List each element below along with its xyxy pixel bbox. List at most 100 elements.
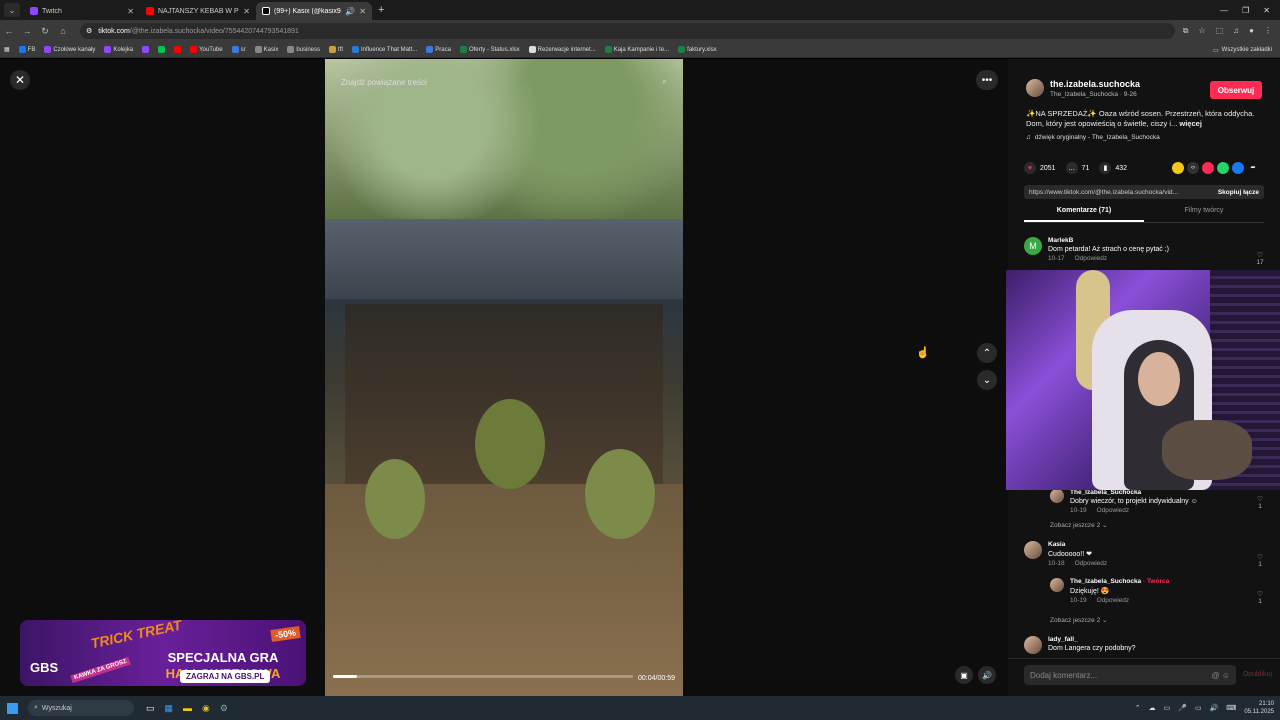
more-link[interactable]: więcej xyxy=(1179,119,1202,128)
comment-like-button[interactable]: ♡ 17 xyxy=(1254,251,1266,266)
tab-youtube[interactable]: NAJTAŃSZY KEBAB W POLSCE ✕ xyxy=(140,2,256,20)
comment-button[interactable]: … 71 xyxy=(1065,162,1089,174)
copy-link-button[interactable]: Skopiuj łącze xyxy=(1218,189,1259,196)
send-icon[interactable] xyxy=(1202,162,1214,174)
like-button[interactable]: ♥ 2051 xyxy=(1024,162,1056,174)
bookmark-kaja[interactable]: Kaja Kampanie i te... xyxy=(604,46,669,53)
url-field[interactable]: ⚙ tiktok.com/@the.izabela.suchocka/video… xyxy=(80,23,1175,39)
reply-user[interactable]: The_Izabela_Suchocka xyxy=(1070,578,1141,585)
clock[interactable]: 21:10 05.11.2025 xyxy=(1244,700,1274,716)
comment-user[interactable]: The_Izabela_Suchocka · Twórca xyxy=(1070,578,1169,585)
bookmark-fb[interactable]: FB xyxy=(18,46,35,53)
comment-like-button[interactable]: ♡ 1 xyxy=(1254,495,1266,510)
see-more-replies[interactable]: Zobacz jeszcze 2 ⌄ xyxy=(1050,616,1107,624)
comment-input[interactable]: Dodaj komentarz... @ ☺ xyxy=(1024,665,1236,685)
tab-close-icon[interactable]: ✕ xyxy=(127,7,134,16)
avatar[interactable] xyxy=(1050,489,1064,503)
coin-icon[interactable] xyxy=(1172,162,1184,174)
author-block[interactable]: the.izabela.suchocka The_Izabela_Suchock… xyxy=(1026,79,1140,98)
embed-icon[interactable]: ‹› xyxy=(1187,162,1199,174)
volume-icon[interactable]: 🔊 xyxy=(1210,704,1219,712)
tab-tiktok[interactable]: (99+) Kasix (@kasix909) | Ti 🔊 ✕ xyxy=(256,2,372,20)
bookmark-tft[interactable]: tft xyxy=(329,46,343,53)
start-button[interactable] xyxy=(0,696,24,720)
bookmark-kick[interactable] xyxy=(158,46,166,53)
mention-icon[interactable]: @ xyxy=(1211,671,1219,680)
facebook-icon[interactable] xyxy=(1232,162,1244,174)
cloud-icon[interactable]: ☁ xyxy=(1149,704,1156,712)
see-more-replies[interactable]: Zobacz jeszcze 2 ⌄ xyxy=(1050,521,1107,529)
previous-video-button[interactable]: ⌃ xyxy=(977,343,997,363)
floating-player-button[interactable]: ▣ xyxy=(955,666,973,684)
home-icon[interactable]: ⌂ xyxy=(54,26,72,36)
profile-icon[interactable]: ● xyxy=(1249,26,1254,36)
search-icon[interactable]: ⌕ xyxy=(663,77,667,87)
network-icon[interactable]: ▭ xyxy=(1164,704,1171,712)
new-tab-button[interactable]: + xyxy=(378,4,384,16)
video-player[interactable]: Znajdź powiązane treści ⌕ 00:04/00:59 xyxy=(325,59,683,696)
speaker-icon[interactable]: 🔊 xyxy=(345,7,355,16)
more-options-button[interactable]: ••• xyxy=(976,70,998,90)
tray-chevron-icon[interactable]: ⌃ xyxy=(1135,704,1141,712)
comment-user[interactable]: lady_fall_ xyxy=(1048,636,1136,643)
store-icon[interactable]: ▦ xyxy=(165,703,174,714)
tab-search-button[interactable]: ⌄ xyxy=(4,3,20,17)
volume-button[interactable]: 🔊 xyxy=(978,666,996,684)
comment-like-button[interactable]: ♡ 1 xyxy=(1254,553,1266,568)
avatar[interactable] xyxy=(1024,636,1042,654)
tab-close-icon[interactable]: ✕ xyxy=(243,7,250,16)
close-window-icon[interactable]: ✕ xyxy=(1263,6,1270,15)
site-info-icon[interactable]: ⚙ xyxy=(86,27,92,35)
post-comment-button[interactable]: Opublikuj xyxy=(1243,671,1272,678)
bookmark-business[interactable]: business xyxy=(287,46,320,53)
save-button[interactable]: ▮ 432 xyxy=(1099,162,1127,174)
forward-icon[interactable]: → xyxy=(18,26,36,36)
star-icon[interactable]: ☆ xyxy=(1198,26,1205,36)
install-icon[interactable]: ⧉ xyxy=(1183,26,1189,36)
bookmark-youtube[interactable]: YouTube xyxy=(190,46,223,53)
next-video-button[interactable]: ⌄ xyxy=(977,370,997,390)
reload-icon[interactable]: ↻ xyxy=(36,26,54,37)
bookmark-influence[interactable]: Influence That Matt... xyxy=(352,46,417,53)
restore-icon[interactable]: ❐ xyxy=(1242,6,1249,15)
app-icon[interactable]: ⚙ xyxy=(220,703,228,714)
reply-button[interactable]: Odpowiedz xyxy=(1097,507,1130,514)
keyboard-icon[interactable]: ⌨ xyxy=(1226,704,1236,712)
bookmark-yt[interactable] xyxy=(174,46,182,53)
author-name[interactable]: the.izabela.suchocka xyxy=(1050,79,1140,89)
close-viewer-button[interactable]: ✕ xyxy=(10,70,30,90)
tab-comments[interactable]: Komentarze (71) xyxy=(1024,207,1144,222)
extensions-icon[interactable]: ⬚ xyxy=(1216,26,1224,36)
video-progress-bar[interactable] xyxy=(333,675,633,678)
video-search-bar[interactable]: Znajdź powiązane treści ⌕ xyxy=(341,75,667,89)
avatar[interactable]: M xyxy=(1024,237,1042,255)
reply-button[interactable]: Odpowiedz xyxy=(1097,597,1130,604)
bookmark-rezerwacje[interactable]: Rezerwacje internet... xyxy=(528,46,596,53)
menu-icon[interactable]: ⋮ xyxy=(1264,26,1272,36)
share-icon[interactable]: ➦ xyxy=(1247,162,1259,174)
mic-icon[interactable]: 🎤 xyxy=(1178,704,1187,712)
tab-creator-videos[interactable]: Filmy twórcy xyxy=(1144,207,1264,222)
bookmark-kolejka[interactable]: Kolejka xyxy=(104,46,133,53)
avatar[interactable] xyxy=(1050,578,1064,592)
bookmark-sr[interactable]: sr xyxy=(231,46,246,53)
bookmark-kasix[interactable]: Kasix xyxy=(254,46,278,53)
monitor-icon[interactable]: ▭ xyxy=(1195,704,1202,712)
bookmark-oferty[interactable]: Oferty - Status.xlsx xyxy=(459,46,520,53)
all-bookmarks[interactable]: ▭ Wszystkie zakładki xyxy=(1213,42,1272,58)
file-explorer-icon[interactable]: ▬ xyxy=(183,703,192,714)
chrome-icon[interactable]: ◉ xyxy=(202,703,210,714)
comment-user[interactable]: Kasia xyxy=(1048,541,1107,548)
apps-icon[interactable]: ▦ xyxy=(4,46,10,53)
minimize-icon[interactable]: — xyxy=(1220,6,1228,15)
sound-link[interactable]: ♫ dźwięk oryginalny - The_Izabela_Suchock… xyxy=(1026,134,1160,141)
emoji-icon[interactable]: ☺ xyxy=(1222,671,1230,680)
whatsapp-icon[interactable] xyxy=(1217,162,1229,174)
avatar[interactable] xyxy=(1026,79,1044,97)
task-view-icon[interactable]: ▭ xyxy=(146,703,155,714)
tab-twitch[interactable]: Twitch ✕ xyxy=(24,2,140,20)
bookmark-faktury[interactable]: faktury.xlsx xyxy=(678,46,717,53)
taskbar-search[interactable]: ⌕ Wyszukaj xyxy=(28,700,134,716)
follow-button[interactable]: Obserwuj xyxy=(1210,81,1262,99)
avatar[interactable] xyxy=(1024,541,1042,559)
